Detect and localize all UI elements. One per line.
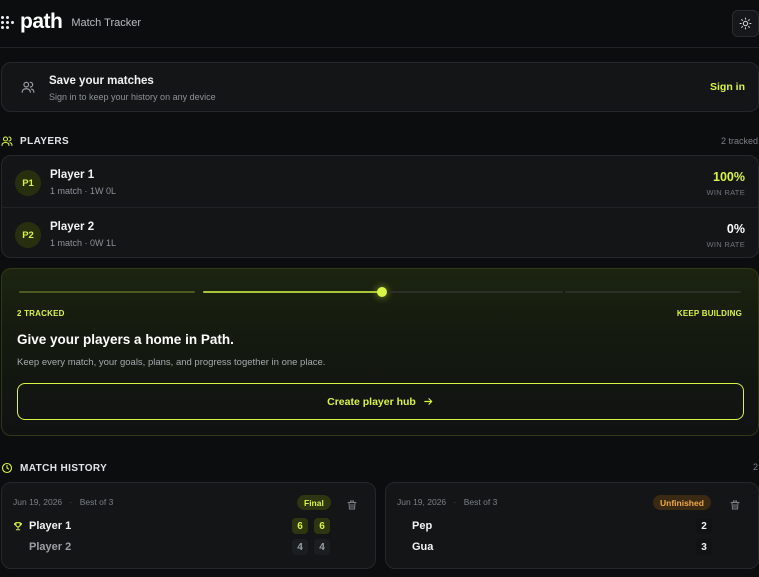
player-row[interactable]: P1 Player 1 1 match · 1W 0L 100% WIN RAT… bbox=[2, 156, 758, 207]
match-meta: Jun 19, 2026 · Best of 3 bbox=[13, 497, 114, 507]
logo[interactable]: path Match Tracker bbox=[0, 11, 141, 33]
match-card[interactable]: Jun 19, 2026 · Best of 3 Final Player 1 … bbox=[1, 482, 376, 569]
progress-segment bbox=[565, 291, 741, 293]
tracked-label: 2 TRACKED bbox=[17, 309, 65, 318]
players-list: P1 Player 1 1 match · 1W 0L 100% WIN RAT… bbox=[1, 155, 759, 258]
logo-text: path bbox=[20, 10, 63, 33]
match-player-name: Gua bbox=[412, 541, 434, 553]
player-badge: P2 bbox=[15, 222, 41, 248]
win-rate-label: WIN RATE bbox=[706, 240, 745, 249]
trophy-icon bbox=[14, 522, 22, 531]
banner-subtitle: Sign in to keep your history on any devi… bbox=[49, 92, 216, 102]
player-name: Player 1 bbox=[50, 169, 95, 181]
progress-segment bbox=[19, 291, 195, 293]
clock-icon bbox=[1, 462, 13, 474]
match-card[interactable]: Jun 19, 2026 · Best of 3 Unfinished Pep … bbox=[385, 482, 759, 569]
player-name: Player 2 bbox=[50, 221, 95, 233]
match-player-name: Player 1 bbox=[29, 520, 72, 532]
arrow-right-icon bbox=[424, 398, 433, 405]
theme-toggle-button[interactable] bbox=[732, 10, 759, 37]
win-rate-value: 0% bbox=[726, 222, 745, 236]
set-score: 4 bbox=[314, 539, 330, 555]
match-player-row: Gua 3 bbox=[386, 539, 758, 557]
players-count: 2 tracked bbox=[720, 136, 758, 146]
sign-in-link[interactable]: Sign in bbox=[710, 81, 745, 93]
match-meta: Jun 19, 2026 · Best of 3 bbox=[397, 497, 498, 507]
match-player-row: Pep 2 bbox=[386, 518, 758, 536]
trash-icon[interactable] bbox=[729, 499, 741, 511]
player-row[interactable]: P2 Player 2 1 match · 0W 1L 0% WIN RATE bbox=[2, 207, 758, 258]
save-matches-banner: Save your matches Sign in to keep your h… bbox=[1, 62, 759, 112]
match-player-row: Player 1 6 6 bbox=[2, 518, 375, 536]
win-rate-label: WIN RATE bbox=[706, 188, 745, 197]
match-date: Jun 19, 2026 bbox=[397, 497, 447, 507]
player-badge: P1 bbox=[15, 170, 41, 196]
create-player-hub-button[interactable]: Create player hub bbox=[17, 383, 744, 420]
match-format: Best of 3 bbox=[463, 497, 498, 507]
match-format: Best of 3 bbox=[79, 497, 114, 507]
set-score: 4 bbox=[292, 539, 308, 555]
app-subtitle: Match Tracker bbox=[71, 17, 142, 29]
keep-building-label: KEEP BUILDING bbox=[676, 309, 742, 318]
match-history-count: 2 bbox=[752, 462, 758, 472]
banner-title: Save your matches bbox=[49, 75, 154, 87]
win-rate-value: 100% bbox=[713, 170, 745, 184]
status-badge: Final bbox=[297, 495, 331, 510]
match-player-name: Player 2 bbox=[29, 541, 72, 553]
promo-subtitle: Keep every match, your goals, plans, and… bbox=[17, 357, 326, 368]
players-heading: PLAYERS bbox=[1, 135, 69, 147]
users-icon bbox=[1, 136, 13, 147]
progress-current-dot bbox=[377, 287, 387, 297]
progress-segment bbox=[203, 291, 379, 293]
create-player-hub-label: Create player hub bbox=[327, 395, 416, 408]
players-label: PLAYERS bbox=[20, 135, 70, 147]
match-date: Jun 19, 2026 bbox=[13, 497, 63, 507]
users-icon bbox=[21, 81, 35, 93]
set-score: 6 bbox=[314, 518, 330, 534]
set-score: 2 bbox=[696, 518, 712, 534]
match-player-name: Pep bbox=[412, 520, 433, 532]
promo-title: Give your players a home in Path. bbox=[17, 332, 234, 347]
match-player-row: Player 2 4 4 bbox=[2, 539, 375, 557]
player-stats: 1 match · 0W 1L bbox=[50, 238, 117, 248]
status-badge: Unfinished bbox=[653, 495, 711, 510]
trash-icon[interactable] bbox=[346, 499, 358, 511]
set-score: 3 bbox=[696, 539, 712, 555]
app-header: path Match Tracker bbox=[0, 0, 759, 48]
progress-track bbox=[19, 287, 741, 297]
sun-icon bbox=[739, 17, 752, 30]
progress-segment bbox=[387, 291, 563, 293]
player-stats: 1 match · 1W 0L bbox=[50, 186, 117, 196]
logo-mark-icon bbox=[0, 13, 18, 31]
match-history-heading: MATCH HISTORY bbox=[1, 462, 107, 474]
player-hub-promo: 2 TRACKED KEEP BUILDING Give your player… bbox=[1, 268, 759, 436]
match-history-label: MATCH HISTORY bbox=[20, 462, 108, 474]
set-score: 6 bbox=[292, 518, 308, 534]
